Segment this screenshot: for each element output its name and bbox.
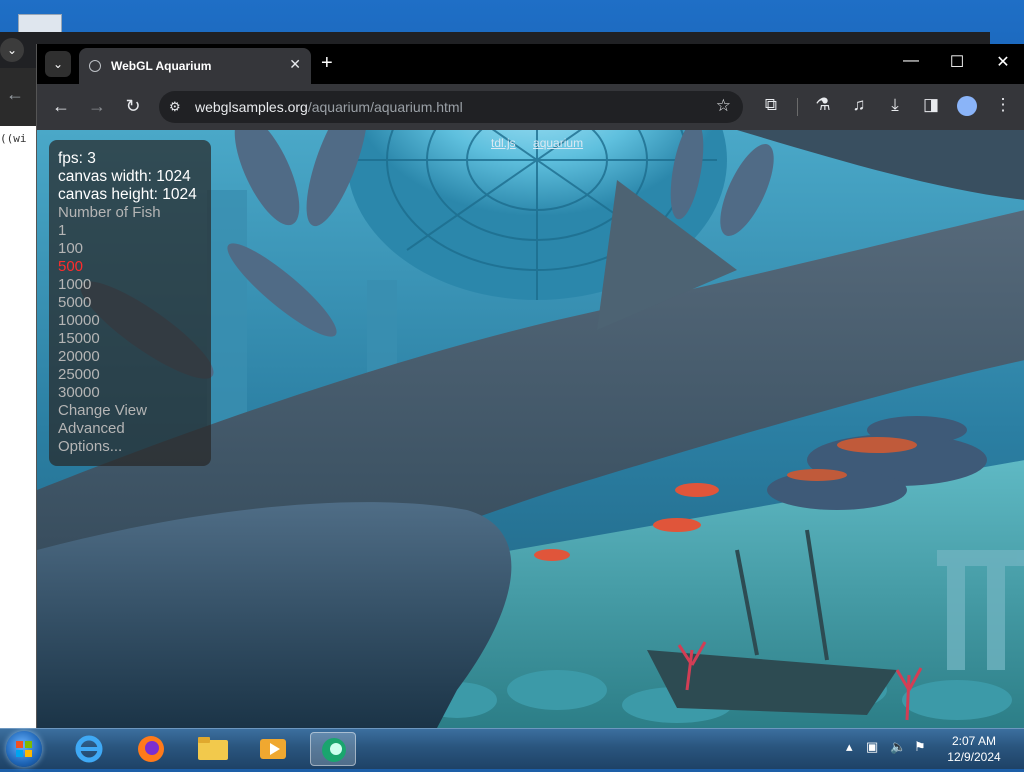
show-hidden-icons-arrow[interactable]: ▴ — [846, 739, 853, 755]
action-center-flag-icon[interactable]: ⚑ — [914, 739, 926, 755]
reload-button[interactable]: ↻ — [121, 96, 145, 117]
close-tab-icon[interactable]: ✕ — [289, 56, 301, 73]
taskbar-file-explorer[interactable] — [190, 732, 236, 766]
stats-panel: fps: 3 canvas width: 1024 canvas height:… — [49, 140, 211, 466]
taskbar-media-player[interactable] — [250, 732, 296, 766]
navigation-bar: ← → ↻ ⚙ webglsamples.org/aquarium/aquari… — [37, 84, 1024, 130]
internet-explorer-icon — [75, 735, 103, 763]
taskbar: ▴ ▣ 🔈 ⚑ 2:07 AM 12/9/2024 — [0, 728, 1024, 769]
browser-window: ⌄ WebGL Aquarium ✕ + — ☐ ✕ ← → ↻ ⚙ webgl… — [36, 44, 1024, 728]
clock-date: 12/9/2024 — [947, 750, 1001, 764]
background-code-text: ((wi — [0, 132, 27, 145]
fish-option-500-selected[interactable]: 500 — [58, 258, 83, 275]
bookmark-star-icon[interactable]: ☆ — [716, 96, 731, 116]
firefox-icon — [138, 736, 164, 762]
options-link[interactable]: Options... — [58, 438, 122, 455]
tab-webgl-aquarium[interactable]: WebGL Aquarium ✕ — [79, 48, 311, 84]
fish-option-1000[interactable]: 1000 — [58, 276, 91, 293]
profile-avatar-icon[interactable] — [957, 96, 977, 116]
page-top-links: tdl.js aquarium — [491, 136, 597, 150]
clock-time: 2:07 AM — [951, 734, 997, 748]
folder-icon — [198, 737, 228, 760]
change-view-link[interactable]: Change View — [58, 402, 147, 419]
system-clock[interactable]: 2:07 AM 12/9/2024 — [936, 733, 1012, 765]
url-text: webglsamples.org/aquarium/aquarium.html — [195, 99, 463, 115]
number-of-fish-label: Number of Fish — [58, 204, 161, 221]
fish-option-5000[interactable]: 5000 — [58, 294, 91, 311]
toolbar-divider — [797, 98, 798, 116]
fish-option-100[interactable]: 100 — [58, 240, 83, 257]
background-browser-window[interactable]: ⌄ ← ((wi — [0, 32, 990, 732]
site-info-icon[interactable]: ⚙ — [169, 99, 181, 115]
tab-bar: ⌄ WebGL Aquarium ✕ + — ☐ ✕ — [37, 44, 1024, 84]
taskbar-firefox[interactable] — [128, 732, 174, 766]
media-controls-icon[interactable]: ♫ — [847, 95, 871, 115]
forward-button[interactable]: → — [85, 96, 109, 117]
taskbar-internet-explorer[interactable] — [66, 732, 112, 766]
windows-logo-icon — [16, 741, 32, 757]
fps-readout: fps: 3 — [58, 150, 96, 167]
fish-option-25000[interactable]: 25000 — [58, 366, 100, 383]
globe-icon — [89, 60, 101, 72]
side-panel-icon[interactable]: ◨ — [919, 95, 943, 115]
volume-muted-icon[interactable]: 🔈 — [890, 739, 906, 755]
taskbar-active-browser[interactable] — [310, 732, 356, 766]
menu-dots-icon[interactable]: ⋮ — [991, 95, 1015, 115]
advanced-link[interactable]: Advanced — [58, 420, 125, 437]
maximize-button[interactable]: ☐ — [935, 52, 979, 72]
fish-option-20000[interactable]: 20000 — [58, 348, 100, 365]
address-bar[interactable]: ⚙ webglsamples.org/aquarium/aquarium.htm… — [159, 91, 743, 123]
fish-option-10000[interactable]: 10000 — [58, 312, 100, 329]
canvas-height-readout: canvas height: 1024 — [58, 186, 197, 203]
tab-title: WebGL Aquarium — [111, 59, 212, 73]
download-icon[interactable]: ⤓ — [883, 95, 907, 115]
media-player-icon — [260, 739, 286, 759]
fish-option-1[interactable]: 1 — [58, 222, 66, 239]
minimize-button[interactable]: — — [889, 52, 933, 70]
webgl-canvas[interactable]: tdl.js aquarium fps: 3 canvas width: 102… — [37, 130, 1024, 728]
aquarium-link[interactable]: aquarium — [533, 136, 583, 150]
back-button[interactable]: ← — [49, 96, 73, 117]
browser-app-icon — [322, 738, 346, 762]
fish-option-15000[interactable]: 15000 — [58, 330, 100, 347]
start-button[interactable] — [6, 731, 42, 767]
close-window-button[interactable]: ✕ — [981, 52, 1024, 72]
fish-option-30000[interactable]: 30000 — [58, 384, 100, 401]
back-arrow-icon[interactable]: ← — [6, 84, 24, 105]
network-icon[interactable]: ▣ — [866, 739, 878, 755]
new-tab-button[interactable]: + — [321, 52, 333, 75]
tab-search-button[interactable]: ⌄ — [45, 51, 71, 77]
extensions-icon[interactable]: ⧉ — [759, 95, 783, 115]
labs-flask-icon[interactable]: ⚗ — [811, 95, 835, 115]
canvas-width-readout: canvas width: 1024 — [58, 168, 191, 185]
tdl-link[interactable]: tdl.js — [491, 136, 516, 150]
chevron-down-icon[interactable]: ⌄ — [0, 38, 24, 62]
